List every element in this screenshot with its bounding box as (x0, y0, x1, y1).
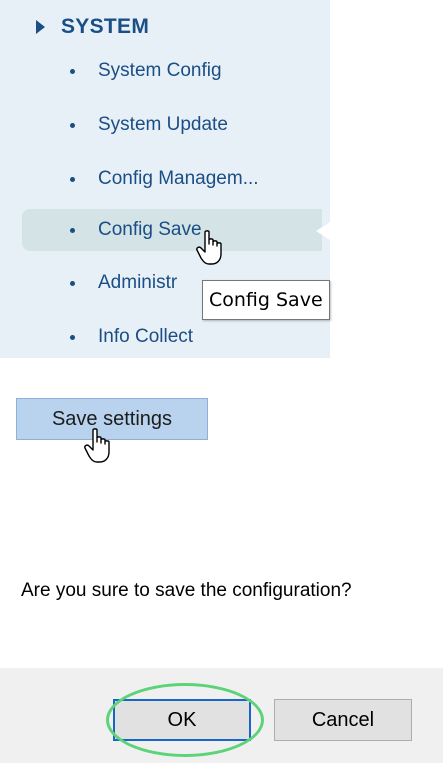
menu-item-label: Administr (98, 272, 178, 293)
menu-item-label: Config Managem... (98, 168, 259, 189)
hand-pointer-cursor-icon (196, 230, 222, 265)
menu-item-system-update[interactable]: System Update (22, 104, 322, 146)
expand-triangle-icon (36, 20, 45, 34)
menu-section-label: SYSTEM (61, 15, 150, 38)
menu-item-label: System Config (98, 60, 222, 81)
bullet-icon (70, 68, 75, 74)
menu-item-config-management[interactable]: Config Managem... (22, 158, 322, 200)
confirm-question-text: Are you sure to save the configuration? (21, 580, 352, 601)
ok-button[interactable]: OK (113, 699, 251, 741)
bullet-icon (70, 176, 75, 182)
active-item-indicator (316, 222, 330, 240)
menu-section-system[interactable]: SYSTEM (36, 8, 149, 46)
bullet-icon (70, 280, 75, 286)
bullet-icon (70, 334, 75, 340)
menu-item-label: Info Collect (98, 326, 194, 347)
menu-item-system-config[interactable]: System Config (22, 50, 322, 92)
menu-item-config-save[interactable]: Config Save (22, 209, 322, 251)
bullet-icon (70, 122, 75, 128)
hand-pointer-cursor-icon (84, 428, 110, 463)
tooltip: Config Save (202, 280, 330, 320)
cancel-button[interactable]: Cancel (274, 699, 412, 741)
menu-item-info-collect[interactable]: Info Collect (22, 316, 322, 358)
menu-item-label: System Update (98, 114, 228, 135)
bullet-icon (70, 227, 75, 233)
menu-item-label: Config Save (98, 219, 202, 240)
